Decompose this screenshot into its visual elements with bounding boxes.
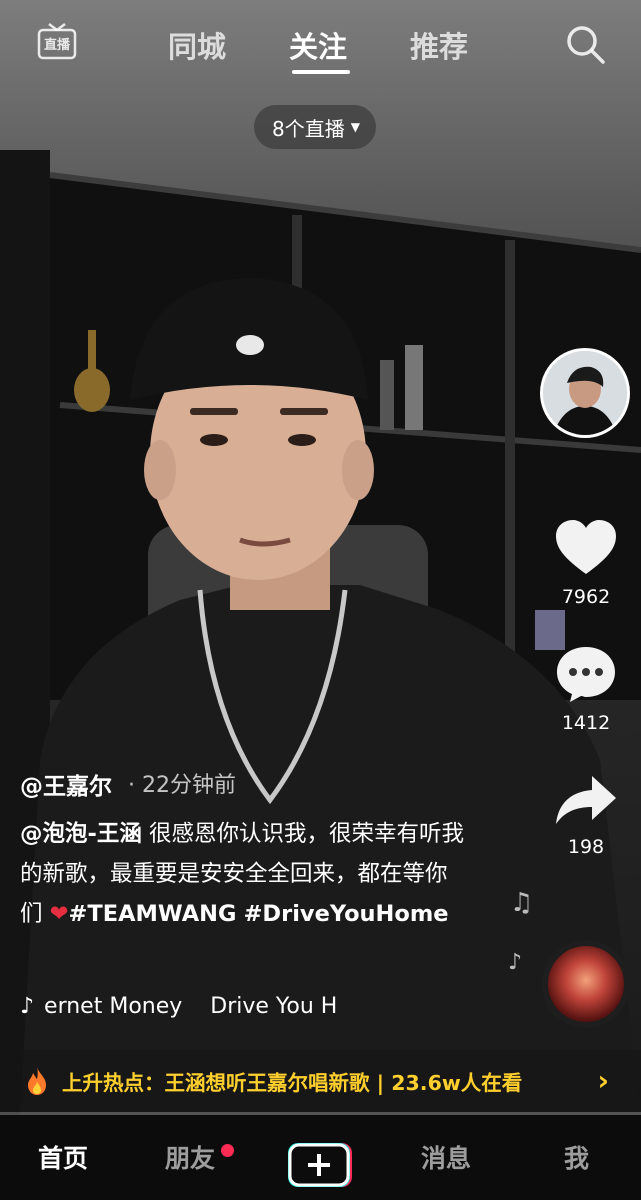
tab-following[interactable]: 关注 [289,24,347,66]
heart-emoji: ❤ [49,901,69,927]
nav-home[interactable]: 首页 [38,1139,88,1175]
hot-topic-text: 王涵想听王嘉尔唱新歌 | 23.6w人在看 [164,1071,523,1095]
post-caption: @泡泡-王涵 很感恩你认识我，很荣幸有听我的新歌，最重要是安安全全回来，都在等你… [20,814,465,934]
live-icon-label: 直播 [43,38,70,53]
live-count-label: 8个直播 [272,116,345,141]
caption-mention[interactable]: @泡泡-王涵 [20,821,142,847]
comment-button[interactable]: 1412 [546,644,626,734]
hashtag[interactable]: #TEAMWANG [69,901,237,927]
hot-topic-bar[interactable]: 上升热点： 王涵想听王嘉尔唱新歌 | 23.6w人在看 › [0,1050,641,1112]
music-note-icon: ♪ [508,950,523,975]
post-time: · 22分钟前 [128,773,236,798]
flame-icon [28,1067,46,1095]
top-bar: 直播 同城 关注 推荐 [0,0,641,90]
hot-topic-label: 上升热点： [62,1071,165,1095]
comment-count: 1412 [561,712,611,734]
like-count: 7962 [561,586,611,608]
create-post-button[interactable] [285,1141,355,1189]
search-icon[interactable] [564,23,606,65]
chevron-down-icon: ▼ [350,120,360,134]
nav-friends[interactable]: 朋友 [165,1139,215,1175]
plus-icon [288,1143,352,1187]
video-frame-illustration [0,150,641,1115]
share-arrow-icon [556,776,616,824]
share-button[interactable]: 198 [546,772,626,858]
music-disc[interactable] [542,940,630,1028]
nav-messages[interactable]: 消息 [421,1139,471,1175]
live-tv-icon[interactable]: 直播 [36,22,78,62]
comment-icon [557,647,615,702]
like-button[interactable]: 7962 [546,518,626,608]
author-avatar[interactable] [540,348,630,438]
share-count: 198 [567,836,605,858]
video-player[interactable] [0,0,641,1115]
nav-me[interactable]: 我 [564,1139,589,1175]
music-marquee[interactable]: ♪ ernet Money Drive You H [20,994,340,1019]
tab-nearby[interactable]: 同城 [168,24,226,66]
music-title: ernet Money Drive You H [44,994,338,1019]
tab-recommended[interactable]: 推荐 [410,24,468,66]
author-name[interactable]: @王嘉尔 [20,767,112,801]
music-note-icon: ♫ [510,888,534,918]
heart-icon [556,520,616,574]
tiktok-logo-icon: ♪ [20,994,35,1019]
hashtag[interactable]: #DriveYouHome [244,901,449,927]
active-tab-indicator [292,70,350,74]
chevron-right-icon: › [597,1064,609,1097]
notification-dot [221,1144,234,1157]
live-count-dropdown[interactable]: 8个直播 ▼ [254,105,376,149]
